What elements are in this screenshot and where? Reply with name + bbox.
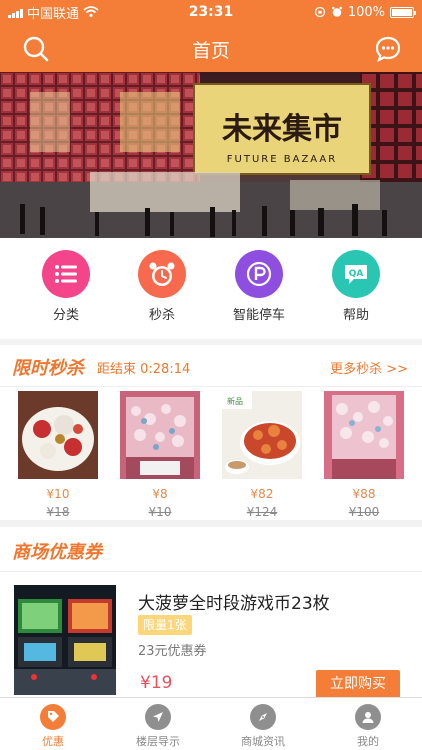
- coupon-section: 商场优惠券 大菠萝全时段游戏币23枚 限量1张 23元优惠券 ¥19 立即购买: [0, 527, 422, 698]
- svg-text:新品: 新品: [227, 396, 243, 406]
- page-title: 首页: [191, 40, 230, 62]
- coupon-header: 商场优惠券: [0, 527, 422, 572]
- flash-sale-header: 限时秒杀 距结束 0:28:14 更多秒杀 >>: [0, 345, 422, 387]
- flash-sale-item[interactable]: ¥8 ¥10: [120, 391, 200, 519]
- tab-mall-news[interactable]: 商城资讯: [213, 704, 313, 749]
- product-image: [324, 391, 404, 479]
- more-flash-sale-link[interactable]: 更多秒杀 >>: [330, 358, 408, 377]
- quick-nav-category[interactable]: 分类: [26, 250, 106, 323]
- tab-mine[interactable]: 我的: [318, 704, 418, 749]
- sale-price: ¥82: [250, 487, 274, 501]
- original-price: ¥124: [246, 505, 278, 519]
- tab-label: 我的: [357, 735, 379, 748]
- quick-nav: 分类 秒杀 智能停车 QA 帮助: [0, 238, 422, 339]
- tab-bar: 优惠 楼层导示 商城资讯 我的: [0, 697, 422, 750]
- status-time: 23:31: [188, 4, 234, 20]
- coupon-tag-icon: [40, 704, 66, 730]
- navigation-arrow-icon: [145, 704, 171, 730]
- flash-sale-item[interactable]: ¥10 ¥18: [18, 391, 98, 519]
- product-image: 新品: [222, 391, 302, 479]
- sale-price: ¥10: [46, 487, 70, 501]
- parking-icon: [235, 250, 283, 298]
- sale-price: ¥8: [152, 487, 168, 501]
- status-bar: 中国联通 23:31 100%: [0, 0, 422, 24]
- product-image: [18, 391, 98, 479]
- coupon-price: ¥19: [140, 673, 173, 693]
- original-price: ¥100: [348, 505, 380, 519]
- compass-icon: [250, 704, 276, 730]
- banner[interactable]: 未来集市 FUTURE BAZAAR: [0, 72, 422, 238]
- quick-nav-help[interactable]: QA 帮助: [316, 250, 396, 323]
- header: 首页: [0, 24, 422, 72]
- tab-label: 商城资讯: [241, 735, 285, 748]
- list-icon: [42, 250, 90, 298]
- quick-nav-label: 分类: [52, 308, 79, 323]
- battery-icon: [390, 6, 416, 18]
- coupon-section-title: 商场优惠券: [12, 542, 102, 563]
- quick-nav-label: 帮助: [342, 308, 369, 323]
- tab-floor-guide[interactable]: 楼层导示: [108, 704, 208, 749]
- coupon-name[interactable]: 大菠萝全时段游戏币23枚: [138, 589, 330, 614]
- user-icon: [355, 704, 381, 730]
- svg-text:QA: QA: [349, 269, 364, 279]
- coupon-image[interactable]: [14, 585, 116, 695]
- countdown-timer: 距结束 0:28:14: [97, 362, 191, 377]
- banner-sign-sub: FUTURE BAZAAR: [227, 154, 337, 165]
- tab-label: 楼层导示: [136, 735, 180, 748]
- flash-sale-section: 限时秒杀 距结束 0:28:14 更多秒杀 >> ¥10 ¥18 ¥8 ¥10 …: [0, 345, 422, 520]
- coupon-description: 23元优惠券: [138, 644, 207, 659]
- tab-label: 优惠: [42, 735, 64, 748]
- original-price: ¥18: [46, 505, 70, 519]
- banner-image: 未来集市 FUTURE BAZAAR: [0, 72, 422, 238]
- alarm-clock-icon: [138, 250, 186, 298]
- tab-discounts[interactable]: 优惠: [3, 704, 103, 749]
- flash-sale-item[interactable]: 新品 ¥82 ¥124: [222, 391, 302, 519]
- limit-badge: 限量1张: [138, 615, 192, 635]
- product-image: [120, 391, 200, 479]
- sale-price: ¥88: [352, 487, 376, 501]
- message-icon[interactable]: [374, 35, 402, 63]
- quick-nav-label: 智能停车: [232, 308, 285, 323]
- flash-sale-title: 限时秒杀: [12, 358, 84, 379]
- original-price: ¥10: [148, 505, 172, 519]
- quick-nav-parking[interactable]: 智能停车: [219, 250, 299, 323]
- banner-sign-main: 未来集市: [222, 112, 342, 147]
- buy-now-button[interactable]: 立即购买: [316, 670, 400, 698]
- quick-nav-label: 秒杀: [148, 308, 175, 323]
- quick-nav-flash-sale[interactable]: 秒杀: [122, 250, 202, 323]
- qa-icon: QA: [332, 250, 380, 298]
- flash-sale-item[interactable]: ¥88 ¥100: [324, 391, 404, 519]
